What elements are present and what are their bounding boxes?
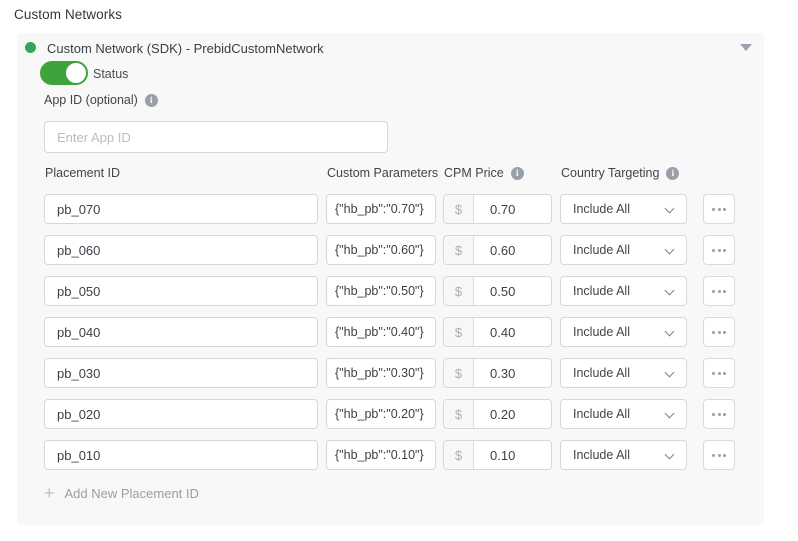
table-row: $ Include All xyxy=(44,399,764,429)
more-options-button[interactable] xyxy=(703,358,735,388)
chevron-down-icon xyxy=(665,204,675,214)
status-toggle[interactable] xyxy=(40,61,86,85)
country-targeting-select[interactable]: Include All xyxy=(560,317,687,347)
country-targeting-select[interactable]: Include All xyxy=(560,194,687,224)
cpm-price-input[interactable] xyxy=(474,318,551,346)
ellipsis-icon xyxy=(712,208,715,211)
page-title: Custom Networks xyxy=(14,7,122,22)
add-placement-label: Add New Placement ID xyxy=(65,486,199,501)
info-icon[interactable]: i xyxy=(511,167,524,180)
collapse-caret-icon[interactable] xyxy=(740,44,752,51)
cpm-price-input[interactable] xyxy=(474,195,551,223)
placement-id-input[interactable] xyxy=(44,399,318,429)
cpm-price-input[interactable] xyxy=(474,277,551,305)
placement-rows: $ Include All $ Include All $ xyxy=(17,194,764,481)
more-options-button[interactable] xyxy=(703,276,735,306)
cpm-price-input[interactable] xyxy=(474,359,551,387)
cpm-price-field: $ xyxy=(443,194,552,224)
status-label: Status xyxy=(93,67,128,81)
more-options-button[interactable] xyxy=(703,399,735,429)
ellipsis-icon xyxy=(712,331,715,334)
cpm-price-field: $ xyxy=(443,276,552,306)
chevron-down-icon xyxy=(665,368,675,378)
country-targeting-value: Include All xyxy=(573,284,630,298)
table-row: $ Include All xyxy=(44,358,764,388)
country-targeting-value: Include All xyxy=(573,202,630,216)
custom-network-card: Custom Network (SDK) - PrebidCustomNetwo… xyxy=(17,33,764,525)
custom-parameters-input[interactable] xyxy=(326,317,436,347)
placement-id-input[interactable] xyxy=(44,235,318,265)
cpm-price-field: $ xyxy=(443,399,552,429)
ellipsis-icon xyxy=(712,372,715,375)
table-row: $ Include All xyxy=(44,317,764,347)
currency-symbol: $ xyxy=(444,441,474,469)
custom-parameters-input[interactable] xyxy=(326,358,436,388)
table-row: $ Include All xyxy=(44,276,764,306)
country-targeting-value: Include All xyxy=(573,243,630,257)
custom-parameters-input[interactable] xyxy=(326,194,436,224)
ellipsis-icon xyxy=(712,249,715,252)
column-header-custom-parameters: Custom Parameters xyxy=(327,166,438,180)
cpm-price-input[interactable] xyxy=(474,441,551,469)
more-options-button[interactable] xyxy=(703,194,735,224)
currency-symbol: $ xyxy=(444,400,474,428)
ellipsis-icon xyxy=(712,413,715,416)
chevron-down-icon xyxy=(665,286,675,296)
country-targeting-select[interactable]: Include All xyxy=(560,358,687,388)
country-targeting-select[interactable]: Include All xyxy=(560,440,687,470)
currency-symbol: $ xyxy=(444,318,474,346)
column-headers: Placement ID Custom Parameters CPM Price… xyxy=(17,166,764,184)
more-options-button[interactable] xyxy=(703,317,735,347)
app-id-input[interactable] xyxy=(44,121,388,153)
chevron-down-icon xyxy=(665,245,675,255)
currency-symbol: $ xyxy=(444,277,474,305)
cpm-price-input[interactable] xyxy=(474,400,551,428)
currency-symbol: $ xyxy=(444,195,474,223)
country-targeting-value: Include All xyxy=(573,448,630,462)
more-options-button[interactable] xyxy=(703,440,735,470)
status-toggle-knob xyxy=(64,61,88,85)
placement-id-input[interactable] xyxy=(44,194,318,224)
cpm-price-field: $ xyxy=(443,317,552,347)
network-status-dot-icon xyxy=(25,42,36,53)
placement-id-input[interactable] xyxy=(44,440,318,470)
placement-id-input[interactable] xyxy=(44,276,318,306)
country-targeting-select[interactable]: Include All xyxy=(560,235,687,265)
cpm-price-field: $ xyxy=(443,358,552,388)
country-targeting-select[interactable]: Include All xyxy=(560,276,687,306)
ellipsis-icon xyxy=(712,290,715,293)
country-targeting-value: Include All xyxy=(573,325,630,339)
add-placement-button[interactable]: + Add New Placement ID xyxy=(44,484,199,502)
chevron-down-icon xyxy=(665,327,675,337)
table-row: $ Include All xyxy=(44,194,764,224)
country-targeting-value: Include All xyxy=(573,407,630,421)
info-icon[interactable]: i xyxy=(145,94,158,107)
custom-parameters-input[interactable] xyxy=(326,440,436,470)
table-row: $ Include All xyxy=(44,440,764,470)
network-title: Custom Network (SDK) - PrebidCustomNetwo… xyxy=(47,41,324,56)
placement-id-input[interactable] xyxy=(44,358,318,388)
chevron-down-icon xyxy=(665,450,675,460)
currency-symbol: $ xyxy=(444,236,474,264)
cpm-price-field: $ xyxy=(443,235,552,265)
chevron-down-icon xyxy=(665,409,675,419)
country-targeting-select[interactable]: Include All xyxy=(560,399,687,429)
country-targeting-value: Include All xyxy=(573,366,630,380)
more-options-button[interactable] xyxy=(703,235,735,265)
currency-symbol: $ xyxy=(444,359,474,387)
column-header-placement-id: Placement ID xyxy=(45,166,120,180)
app-id-label: App ID (optional) xyxy=(44,93,138,107)
table-row: $ Include All xyxy=(44,235,764,265)
column-header-cpm-price: CPM Price xyxy=(444,166,504,180)
custom-parameters-input[interactable] xyxy=(326,276,436,306)
placement-id-input[interactable] xyxy=(44,317,318,347)
ellipsis-icon xyxy=(712,454,715,457)
column-header-country-targeting: Country Targeting xyxy=(561,166,659,180)
plus-icon: + xyxy=(44,484,55,502)
info-icon[interactable]: i xyxy=(666,167,679,180)
cpm-price-input[interactable] xyxy=(474,236,551,264)
custom-parameters-input[interactable] xyxy=(326,399,436,429)
cpm-price-field: $ xyxy=(443,440,552,470)
custom-parameters-input[interactable] xyxy=(326,235,436,265)
